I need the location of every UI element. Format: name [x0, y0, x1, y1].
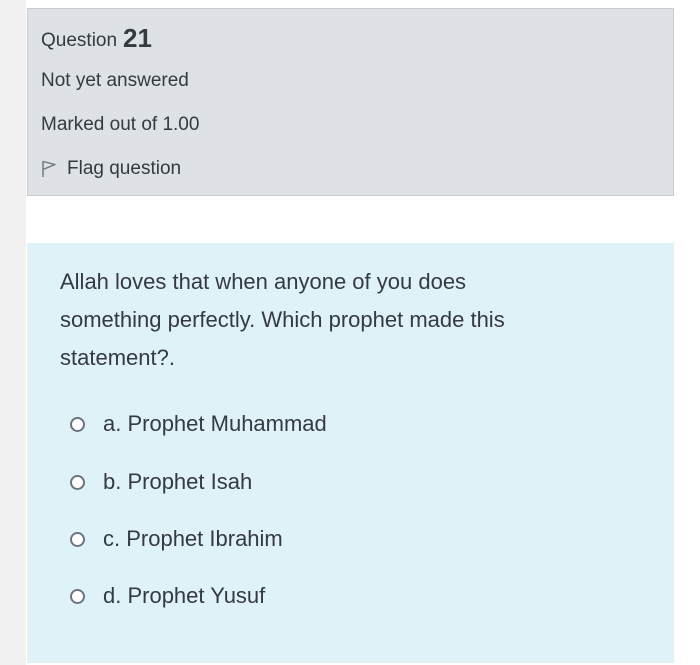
radio-button[interactable]: [70, 531, 85, 547]
flag-question-label: Flag question: [67, 158, 182, 179]
question-state: Not yet answered: [41, 70, 189, 91]
question-formulation: Allah loves that when anyone of you does…: [27, 243, 674, 663]
question-title: Question 21: [41, 22, 152, 53]
radio-button[interactable]: [70, 416, 85, 432]
option-label: d. Prophet Yusuf: [103, 583, 266, 608]
question-text-line: something perfectly. Which prophet made …: [60, 307, 505, 332]
option-d[interactable]: d. Prophet Yusuf: [70, 583, 265, 609]
page-margin-right: [676, 0, 700, 665]
option-label: b. Prophet Isah: [103, 469, 253, 494]
question-text: Allah loves that when anyone of you does…: [60, 263, 620, 377]
page-margin-left: [0, 0, 26, 665]
question-text-line: statement?.: [60, 345, 175, 370]
option-a[interactable]: a. Prophet Muhammad: [70, 411, 327, 437]
flag-question-link[interactable]: Flag question: [41, 158, 181, 180]
option-c[interactable]: c. Prophet Ibrahim: [70, 526, 283, 552]
option-b[interactable]: b. Prophet Isah: [70, 469, 252, 495]
question-number: 21: [123, 23, 152, 53]
question-info-box: Question 21 Not yet answered Marked out o…: [27, 8, 674, 196]
radio-button[interactable]: [70, 474, 85, 490]
question-text-line: Allah loves that when anyone of you does: [60, 269, 467, 294]
question-label: Question: [41, 30, 118, 51]
radio-button[interactable]: [70, 588, 85, 604]
option-label: a. Prophet Muhammad: [103, 411, 327, 436]
question-grade: Marked out of 1.00: [41, 114, 200, 135]
flag-icon: [42, 160, 56, 177]
option-label: c. Prophet Ibrahim: [103, 526, 283, 551]
